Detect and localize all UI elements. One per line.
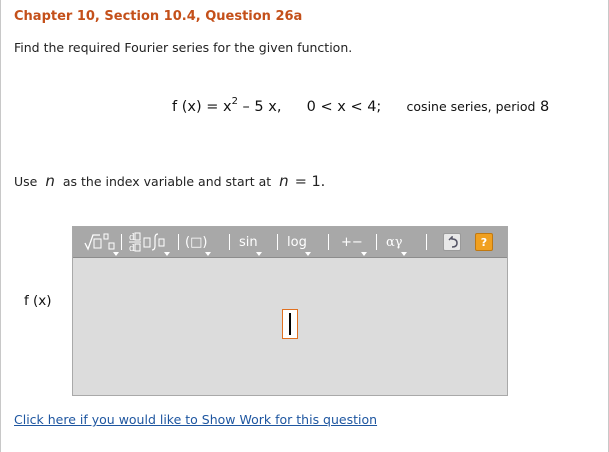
index-prefix: Use — [14, 174, 38, 189]
templates-button[interactable] — [83, 230, 119, 256]
formula-series-type: cosine series, period — [406, 99, 536, 114]
brackets-button[interactable]: (□) — [185, 230, 212, 256]
svg-text:d: d — [129, 244, 135, 253]
operators-label: +− — [341, 234, 363, 250]
toolbar-separator — [277, 234, 278, 250]
index-instruction: Use n as the index variable and start at… — [14, 172, 325, 190]
calculus-button[interactable]: d d — [128, 230, 170, 256]
show-work-link[interactable]: Click here if you would like to Show Wor… — [14, 412, 377, 427]
derivative-icon: d d — [129, 232, 165, 253]
toolbar-separator — [376, 234, 377, 250]
formula-domain: 0 < x < 4; — [306, 99, 382, 115]
index-variable: n — [45, 172, 55, 190]
undo-icon — [448, 236, 458, 248]
toolbar-separator — [121, 234, 122, 250]
question-title: Chapter 10, Section 10.4, Question 26a — [14, 9, 303, 24]
formula-lhs: f (x) = x — [172, 99, 232, 115]
undo-button[interactable] — [443, 233, 461, 251]
formula-rhs: – 5 x, — [237, 99, 282, 115]
trig-label: sin — [239, 234, 258, 250]
index-start: = 1. — [294, 174, 326, 190]
help-label: ? — [480, 235, 488, 249]
greek-label: αγ — [386, 234, 403, 250]
sqrt-superscript-icon — [84, 233, 115, 251]
greek-button[interactable]: αγ — [386, 230, 407, 256]
help-button[interactable]: ? — [475, 233, 493, 251]
toolbar-separator — [328, 234, 329, 250]
toolbar-separator — [229, 234, 230, 250]
text-cursor — [289, 313, 291, 335]
toolbar-separator — [178, 234, 179, 250]
operators-button[interactable]: +− — [341, 230, 367, 256]
editor-toolbar: d d (□) sin log +− αγ ? — [73, 227, 507, 258]
brackets-label: (□) — [185, 234, 208, 250]
log-label: log — [287, 234, 307, 250]
log-button[interactable]: log — [287, 230, 311, 256]
formula-period: 8 — [540, 99, 550, 115]
answer-label: f (x) — [24, 293, 52, 309]
function-formula: f (x) = x2 – 5 x, 0 < x < 4; cosine seri… — [172, 96, 549, 115]
question-instruction: Find the required Fourier series for the… — [14, 40, 353, 55]
index-middle: as the index variable and start at — [62, 174, 272, 189]
index-variable-2: n — [279, 172, 289, 190]
math-editor[interactable]: d d (□) sin log +− αγ ? — [72, 226, 508, 396]
toolbar-separator — [426, 234, 427, 250]
frame-left-border — [0, 0, 1, 452]
answer-input[interactable] — [282, 309, 298, 339]
trig-button[interactable]: sin — [239, 230, 262, 256]
